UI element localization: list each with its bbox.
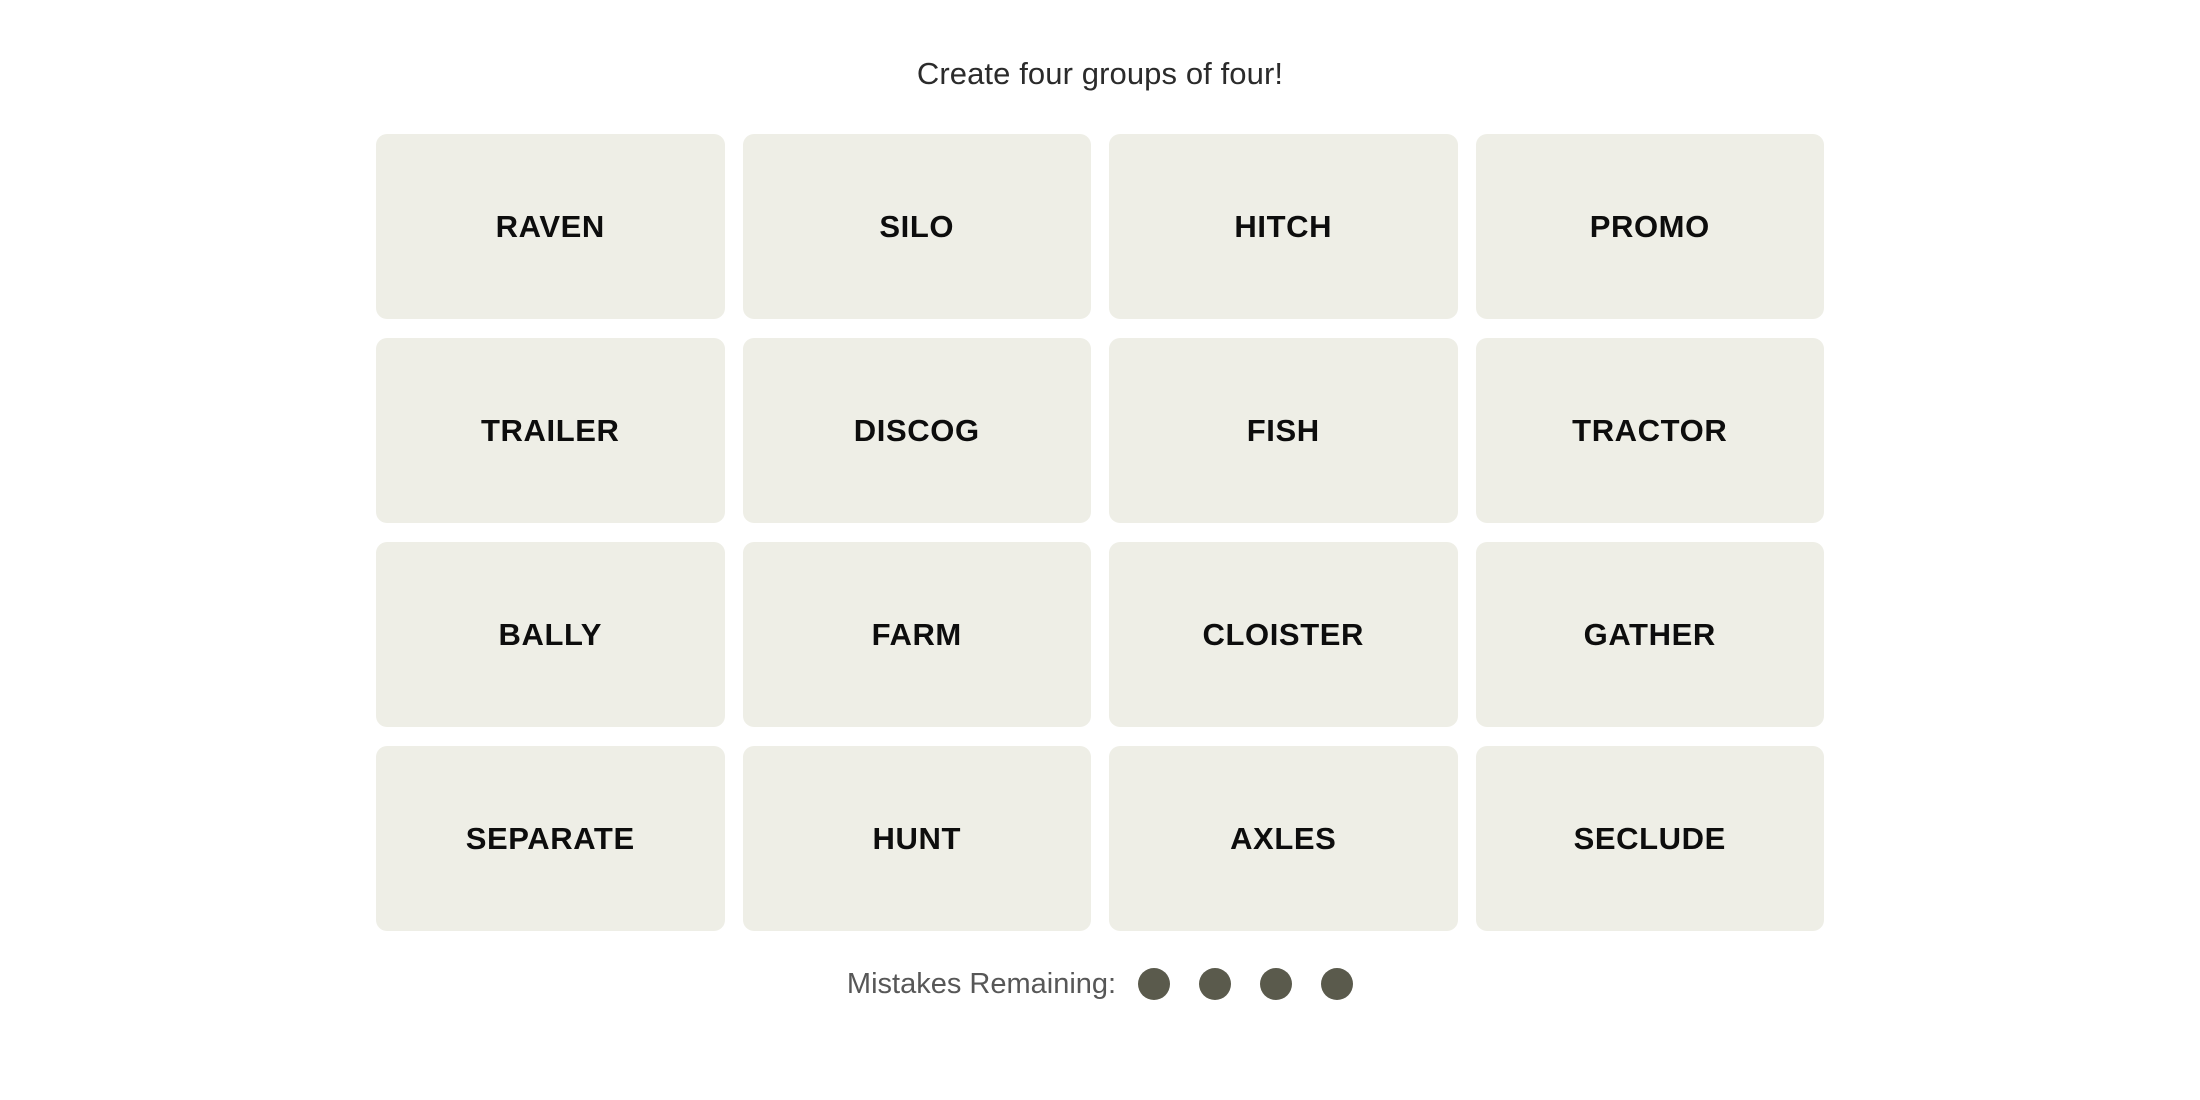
word-tile[interactable]: PROMO: [1475, 134, 1824, 319]
mistakes-remaining-label: Mistakes Remaining:: [846, 967, 1117, 1000]
page-title: Create four groups of four!: [916, 56, 1284, 91]
word-tile-label: SILO: [879, 209, 955, 244]
word-tile-label: BALLY: [498, 617, 602, 652]
word-tile-label: HUNT: [872, 821, 961, 856]
connections-game: Create four groups of four! RAVEN SILO H…: [0, 0, 2200, 1100]
word-tile[interactable]: SEPARATE: [376, 746, 725, 931]
word-tile-label: HITCH: [1234, 209, 1333, 244]
word-tile[interactable]: SECLUDE: [1475, 746, 1824, 931]
word-tile[interactable]: RAVEN: [376, 134, 725, 319]
word-tile-label: TRACTOR: [1572, 413, 1728, 448]
mistake-dot-icon: [1321, 968, 1354, 1000]
word-tile-label: SEPARATE: [465, 821, 635, 856]
word-tile[interactable]: DISCOG: [742, 338, 1091, 523]
word-tile-label: AXLES: [1230, 821, 1337, 856]
word-tile[interactable]: GATHER: [1475, 542, 1824, 727]
mistakes-dots: [1138, 968, 1354, 1000]
word-tile[interactable]: HITCH: [1109, 134, 1458, 319]
word-tile-label: DISCOG: [853, 413, 980, 448]
mistake-dot-icon: [1199, 968, 1232, 1000]
word-tile-label: PROMO: [1589, 209, 1710, 244]
word-tile[interactable]: BALLY: [376, 542, 725, 727]
word-tile[interactable]: HUNT: [742, 746, 1091, 931]
word-tile-label: FARM: [871, 617, 962, 652]
mistake-dot-icon: [1138, 968, 1171, 1000]
word-tile-label: RAVEN: [495, 209, 605, 244]
word-tile[interactable]: FISH: [1109, 338, 1458, 523]
word-tile[interactable]: TRAILER: [376, 338, 725, 523]
word-tile-label: TRAILER: [480, 413, 620, 448]
word-tile-label: GATHER: [1583, 617, 1716, 652]
word-tile[interactable]: AXLES: [1109, 746, 1458, 931]
mistake-dot-icon: [1260, 968, 1293, 1000]
word-tile-label: CLOISTER: [1202, 617, 1365, 652]
puzzle-board: RAVEN SILO HITCH PROMO TRAILER DISCOG FI…: [376, 134, 1824, 931]
word-tile[interactable]: CLOISTER: [1109, 542, 1458, 727]
mistakes-remaining-bar: Mistakes Remaining:: [846, 967, 1354, 1000]
word-tile-label: SECLUDE: [1573, 821, 1726, 856]
word-tile[interactable]: FARM: [742, 542, 1091, 727]
word-tile[interactable]: TRACTOR: [1475, 338, 1824, 523]
word-tile[interactable]: SILO: [742, 134, 1091, 319]
word-tile-label: FISH: [1246, 413, 1320, 448]
